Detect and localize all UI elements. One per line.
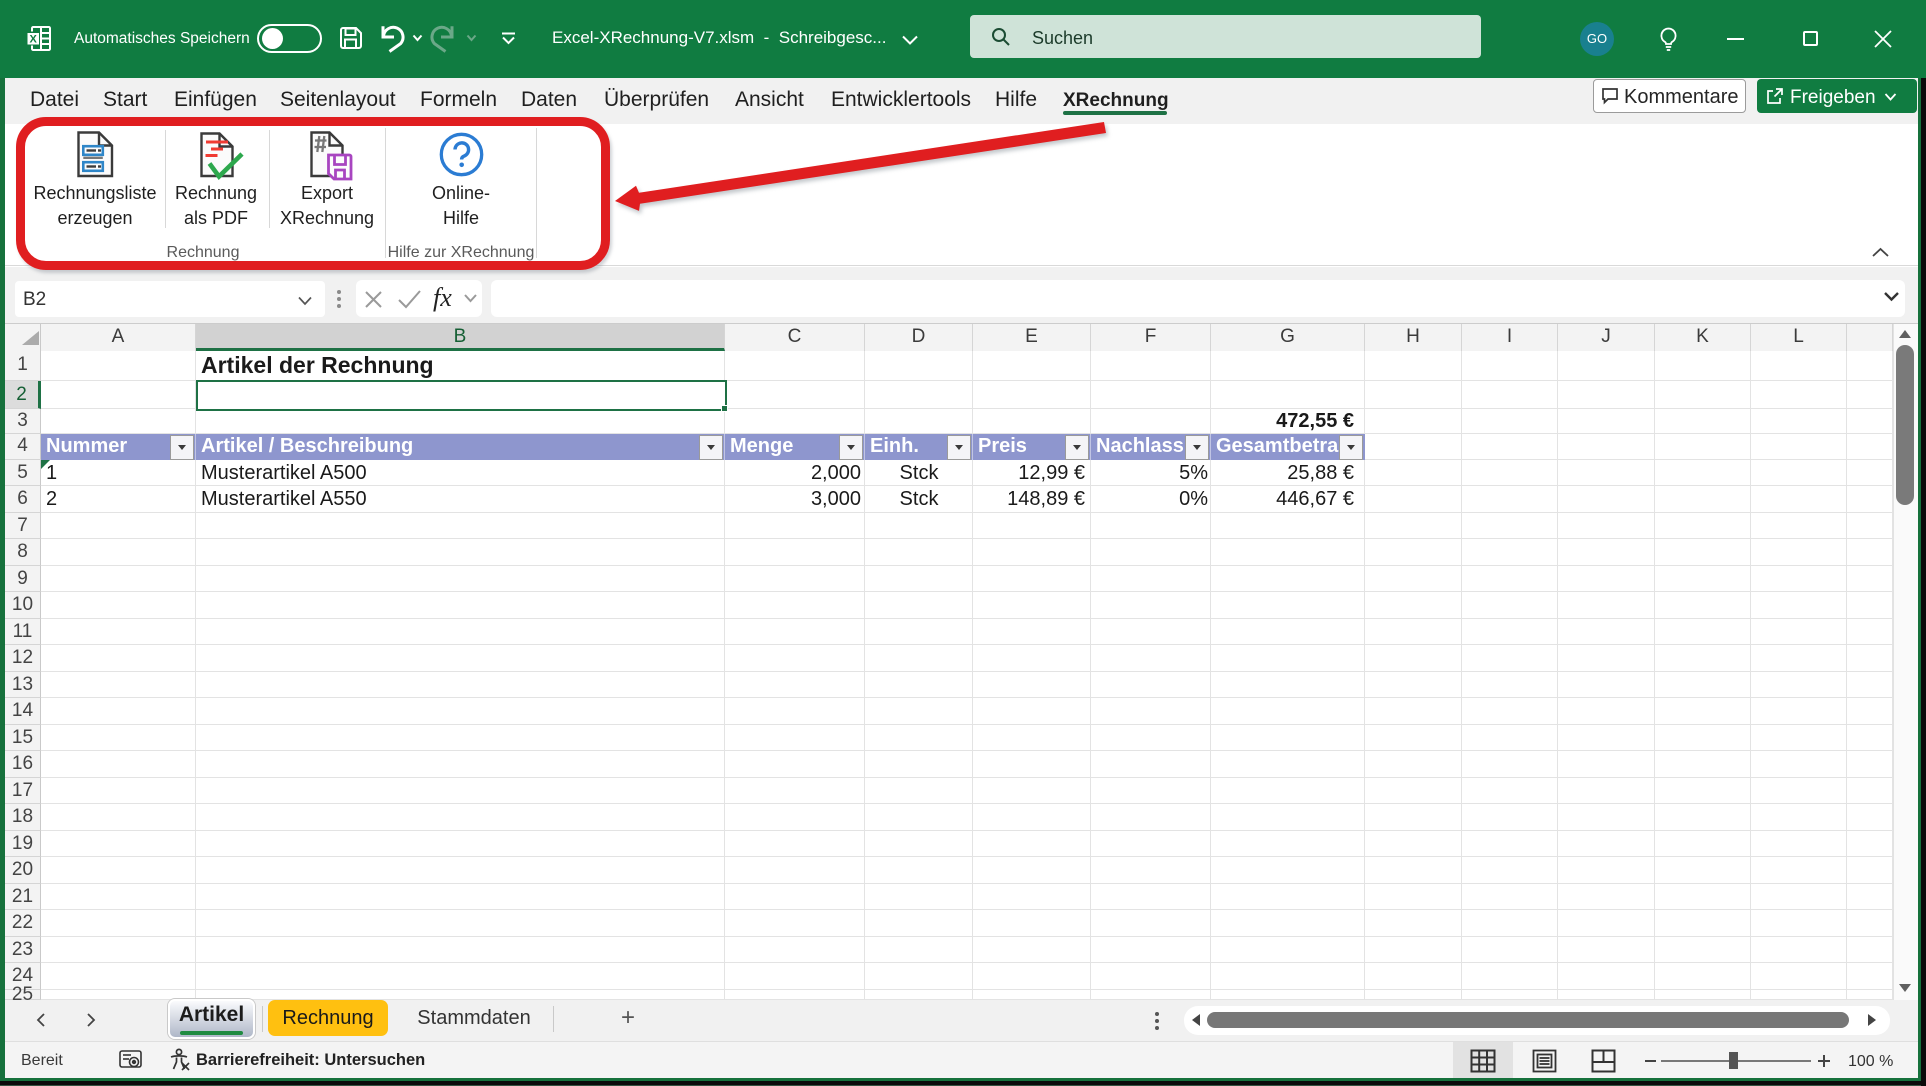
svg-text:X: X xyxy=(30,34,38,46)
